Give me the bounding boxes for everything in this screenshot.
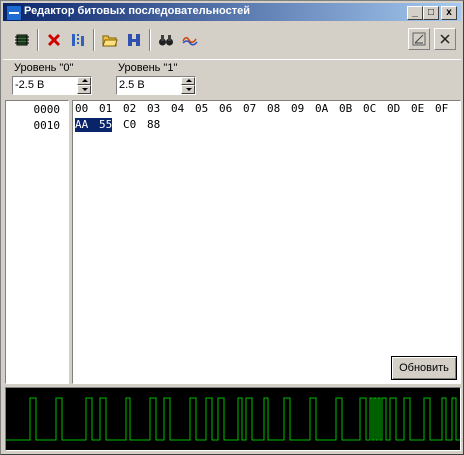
hex-editor[interactable]: 00 01 02 03 04 05 06 07 08 09 0A 0B 0C 0D 0E 0F AA 55 C0 88 xyxy=(72,100,461,384)
hex-column-header: 0B xyxy=(339,102,353,115)
hex-column-header: 07 xyxy=(243,102,257,115)
waveform-trace xyxy=(6,397,460,441)
hex-column-header: 03 xyxy=(147,102,161,115)
hex-byte-cell[interactable]: 55 xyxy=(99,118,113,132)
hex-column-header: 0D xyxy=(387,102,401,115)
level-one-value[interactable]: 2.5 В xyxy=(119,79,145,91)
minimize-icon: _ xyxy=(412,7,418,18)
hex-column-header: 0E xyxy=(411,102,425,115)
level-zero-down-button[interactable] xyxy=(77,85,91,94)
hex-byte-cell[interactable]: C0 xyxy=(123,118,136,132)
bits-button[interactable] xyxy=(67,29,89,51)
hex-column-header: 0C xyxy=(363,102,377,115)
maximize-icon: □ xyxy=(427,7,435,18)
level-zero-label: Уровень "0" xyxy=(14,62,74,74)
level-one-spinner[interactable]: 2.5 В xyxy=(116,76,196,95)
title-bar[interactable]: Редактор битовых последовательностей _ □… xyxy=(3,3,461,21)
edit-icon xyxy=(412,32,426,46)
chip-button[interactable] xyxy=(11,29,33,51)
address-column: 0000 0010 xyxy=(5,100,69,384)
hex-column-header: 04 xyxy=(171,102,185,115)
hex-byte-cell[interactable]: AA xyxy=(75,118,99,132)
delete-icon xyxy=(47,33,61,47)
app-icon xyxy=(6,5,22,21)
h-button[interactable] xyxy=(123,29,145,51)
waveform-line xyxy=(6,397,460,441)
level-zero-spinner[interactable]: -2.5 В xyxy=(12,76,92,95)
hex-column-header: 00 xyxy=(75,102,89,115)
level-one-spin-buttons xyxy=(181,77,195,94)
close-panel-button[interactable] xyxy=(434,28,456,50)
close-button[interactable]: x xyxy=(441,6,457,20)
binoculars-icon xyxy=(159,35,173,46)
h-icon xyxy=(128,34,140,46)
waveform-view xyxy=(5,387,461,451)
address-row-1: 0010 xyxy=(33,119,61,132)
hex-column-header: 05 xyxy=(195,102,209,115)
level-one-down-button[interactable] xyxy=(181,85,195,94)
toolbar-separator xyxy=(149,29,151,51)
delete-button[interactable] xyxy=(43,29,65,51)
level-one-label: Уровень "1" xyxy=(118,62,178,74)
app-window: Редактор битовых последовательностей _ □… xyxy=(0,0,464,455)
refresh-button[interactable]: Обновить xyxy=(391,356,457,380)
hex-column-header: 08 xyxy=(267,102,281,115)
minimize-button[interactable]: _ xyxy=(407,6,423,20)
toolbar xyxy=(3,23,461,60)
waveform-icon xyxy=(182,37,198,46)
open-button[interactable] xyxy=(99,29,121,51)
hex-column-header: 09 xyxy=(291,102,305,115)
hex-column-header: 0A xyxy=(315,102,329,115)
hex-byte-cell[interactable]: 88 xyxy=(147,118,160,132)
window-title: Редактор битовых последовательностей xyxy=(24,5,250,17)
chip-icon xyxy=(15,34,29,46)
toolbar-separator xyxy=(37,29,39,51)
toolbar-separator xyxy=(93,29,95,51)
level-zero-spin-buttons xyxy=(77,77,91,94)
close-panel-icon xyxy=(440,34,450,44)
edit-button[interactable] xyxy=(408,28,430,50)
close-icon: x xyxy=(446,7,452,18)
level-zero-up-button[interactable] xyxy=(77,77,91,85)
level-one-up-button[interactable] xyxy=(181,77,195,85)
hex-column-header: 0F xyxy=(435,102,449,115)
address-row-0: 0000 xyxy=(33,103,61,116)
level-zero-value[interactable]: -2.5 В xyxy=(15,79,44,91)
bits-icon xyxy=(72,34,84,46)
open-folder-icon xyxy=(102,35,118,47)
find-button[interactable] xyxy=(155,29,177,51)
hex-column-header: 06 xyxy=(219,102,233,115)
waveform-button[interactable] xyxy=(179,29,201,51)
hex-column-header: 01 xyxy=(99,102,113,115)
hex-column-header: 02 xyxy=(123,102,137,115)
maximize-button[interactable]: □ xyxy=(423,6,439,20)
